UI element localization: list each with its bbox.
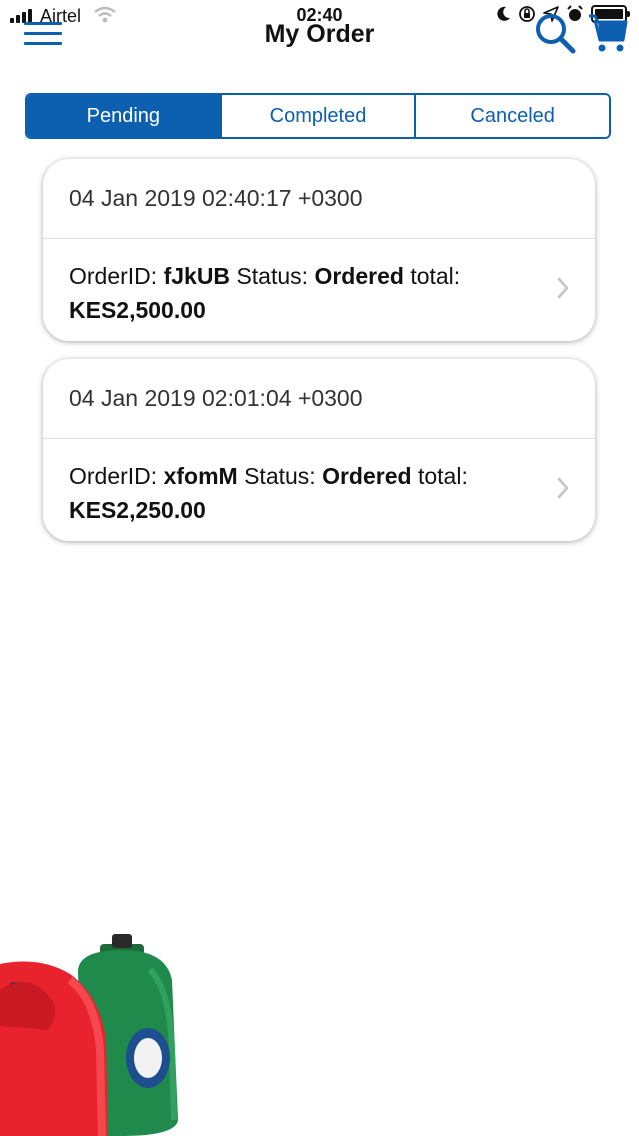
order-status: Ordered [322, 463, 412, 489]
order-id: xfomM [163, 463, 238, 489]
order-status-tabs: Pending Completed Canceled [25, 93, 611, 139]
order-total: KES2,250.00 [69, 497, 206, 523]
tab-pending[interactable]: Pending [27, 95, 220, 137]
order-card[interactable]: 04 Jan 2019 02:01:04 +0300 OrderID: xfom… [43, 359, 595, 541]
order-id-label: OrderID: [69, 263, 158, 289]
order-card[interactable]: 04 Jan 2019 02:40:17 +0300 OrderID: fJkU… [43, 159, 595, 341]
divider [43, 238, 595, 239]
order-status: Ordered [314, 263, 404, 289]
search-icon[interactable] [534, 12, 576, 54]
order-date: 04 Jan 2019 02:01:04 +0300 [69, 385, 363, 411]
chevron-right-icon [557, 477, 569, 499]
total-label: total: [417, 463, 468, 489]
chevron-right-icon [557, 277, 569, 299]
cart-icon[interactable] [588, 10, 628, 54]
order-total: KES2,500.00 [69, 297, 206, 323]
tab-canceled[interactable]: Canceled [414, 95, 609, 137]
total-label: total: [410, 263, 461, 289]
order-summary: OrderID: fJkUB Status: Ordered total: KE… [69, 259, 539, 327]
divider [43, 438, 595, 439]
status-label: Status: [244, 463, 316, 489]
tab-completed[interactable]: Completed [219, 95, 415, 137]
gas-cylinders-image [0, 934, 178, 1136]
order-date: 04 Jan 2019 02:40:17 +0300 [69, 185, 363, 211]
order-id-label: OrderID: [69, 463, 158, 489]
status-label: Status: [236, 263, 309, 289]
order-summary: OrderID: xfomM Status: Ordered total: KE… [69, 459, 539, 527]
order-id: fJkUB [163, 263, 231, 289]
